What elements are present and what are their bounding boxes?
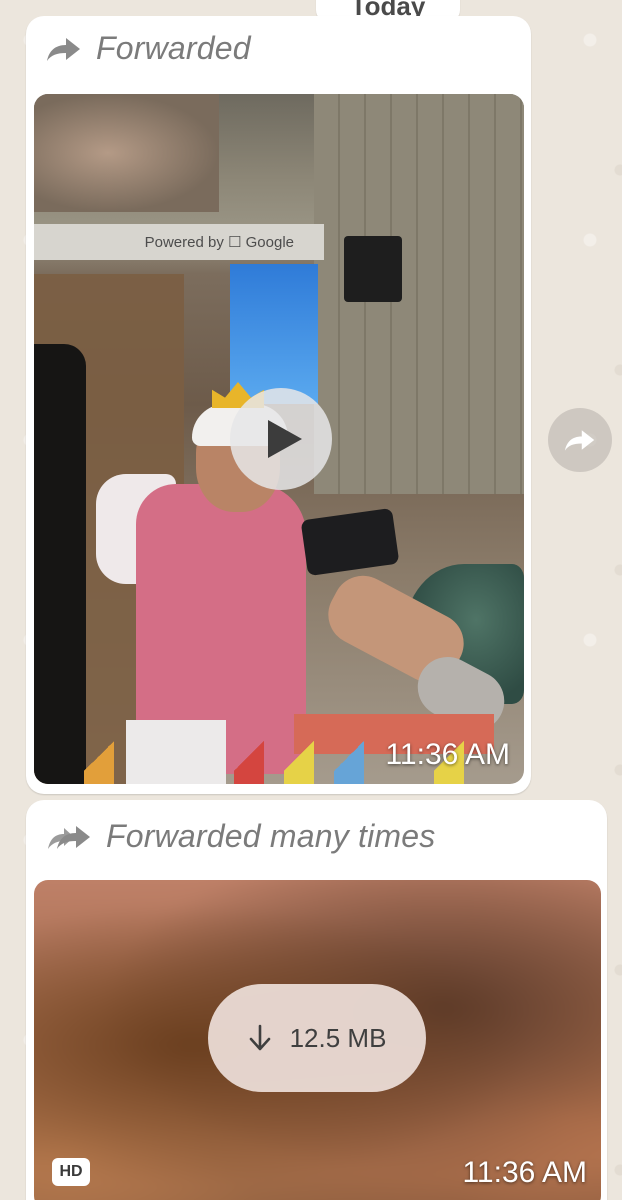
play-icon (268, 420, 302, 458)
hd-badge: HD (52, 1158, 90, 1186)
message-time: 11:36 AM (385, 738, 510, 771)
share-forward-button[interactable] (548, 408, 612, 472)
forward-arrow-icon (46, 36, 82, 62)
download-arrow-icon (249, 1024, 270, 1051)
video-thumbnail[interactable]: Powered by ☐ Google 11:36 AM (34, 94, 524, 784)
forwarded-many-label: Forwarded many times (106, 818, 436, 854)
overlay-sign-text: Powered by ☐ Google (144, 234, 294, 251)
download-size: 12.5 MB (289, 1022, 387, 1053)
side-person (34, 344, 86, 784)
forwarded-label: Forwarded (96, 30, 251, 66)
double-forward-arrow-icon (46, 824, 92, 850)
message-bubble-forwarded-many[interactable]: Forwarded many times 12.5 MB HD 11:36 AM (26, 800, 607, 1200)
play-button[interactable] (230, 388, 332, 490)
overlay-sign: Powered by ☐ Google (34, 224, 324, 260)
background-poster (34, 94, 219, 212)
download-button[interactable]: 12.5 MB (208, 984, 426, 1092)
forwarded-header: Forwarded (46, 30, 251, 67)
video-thumbnail-blurred[interactable]: 12.5 MB HD 11:36 AM (34, 880, 601, 1200)
background-speaker (344, 236, 402, 302)
forwarded-many-header: Forwarded many times (46, 818, 435, 855)
share-forward-icon (564, 430, 595, 451)
message-time: 11:36 AM (462, 1156, 587, 1189)
message-bubble-forwarded[interactable]: Forwarded Powered by ☐ Google 11:36 AM (26, 16, 531, 794)
